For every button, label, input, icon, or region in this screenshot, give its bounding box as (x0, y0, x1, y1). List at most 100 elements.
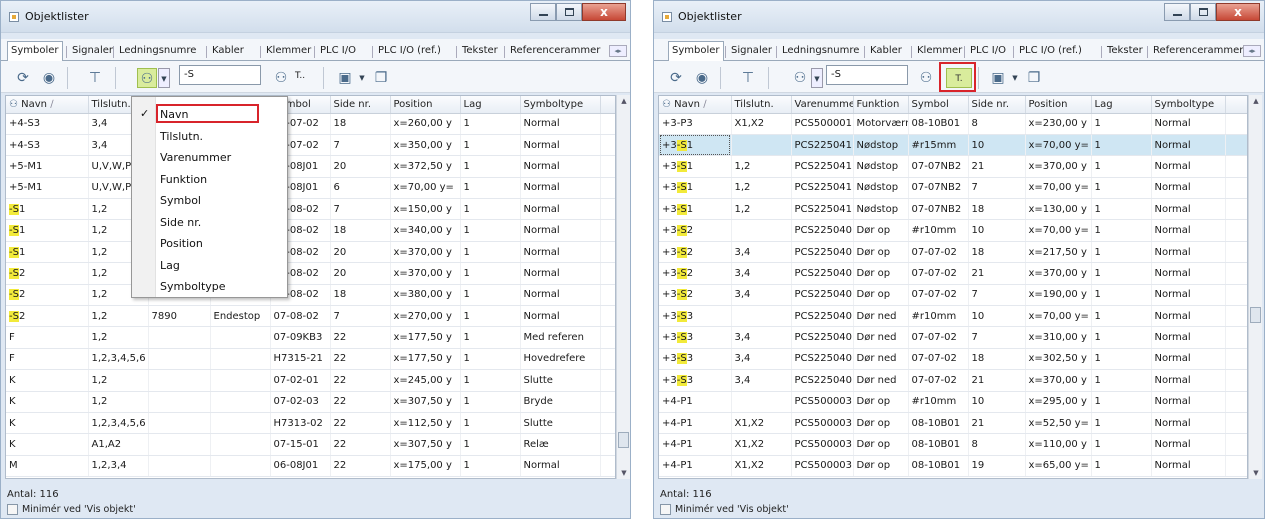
column-header[interactable]: Varenummer (791, 96, 854, 114)
tab-klemmer[interactable]: Klemmer (263, 43, 314, 61)
column-header[interactable]: ⚇ Navn ∕ (659, 96, 732, 114)
column-header[interactable]: Lag (1091, 96, 1152, 114)
table-row[interactable]: +4-P1 X1,X2 PCS500003 Dør op 08-10B01 21 x=52,… (659, 412, 1247, 435)
minimize-checkbox[interactable] (7, 504, 18, 515)
menu-item-lag[interactable]: Lag (160, 256, 180, 276)
tab-tekster[interactable]: Tekster (459, 43, 501, 61)
minimize-button[interactable] (1164, 3, 1190, 21)
tab-plc-i-o-ref[interactable]: PLC I/O (ref.) (375, 43, 444, 61)
table-row[interactable]: +3-S1 1,2 PCS225041: Nødstop 07-07NB2 7 x=70,0… (659, 177, 1247, 200)
scroll-up-icon[interactable]: ▲ (1249, 97, 1263, 105)
export-dropdown-icon[interactable]: ▼ (1009, 68, 1021, 88)
table-row[interactable]: -S1 1,2 07-08-02 20 x=370,00 y 1 Normal (6, 241, 615, 264)
vertical-scrollbar[interactable]: ▲ ▼ (616, 95, 630, 479)
tab-ledningsnumre[interactable]: Ledningsnumre (116, 43, 199, 61)
table-row[interactable]: K 1,2 07-02-03 22 x=307,50 y 1 Bryde (6, 391, 615, 413)
copy-icon[interactable]: ❐ (371, 68, 391, 88)
table-row[interactable]: +3-S1 1,2 PCS225041: Nødstop 07-07NB2 21 x=370… (659, 155, 1247, 178)
table-row[interactable]: +3-S3 3,4 PCS225040: Dør ned 07-07-02 18 x=302… (659, 348, 1247, 371)
tab-kabler[interactable]: Kabler (867, 43, 905, 61)
menu-item-funktion[interactable]: Funktion (160, 170, 207, 190)
tab-referencerammer[interactable]: Referencerammer (1150, 43, 1246, 61)
chevron-down-icon[interactable]: ▼ (158, 68, 170, 88)
table-row[interactable]: +3-S1 PCS225041: Nødstop #r15mm 10 x=70,00 y=… (659, 134, 1247, 157)
menu-item-position[interactable]: Position (160, 234, 203, 254)
tab-referencerammer[interactable]: Referencerammer (507, 43, 603, 61)
minimize-checkbox[interactable] (660, 504, 671, 515)
table-row[interactable]: +3-S3 PCS225040: Dør ned #r10mm 10 x=70,00 y=… (659, 305, 1247, 328)
hierarchy-icon[interactable]: ⊤ (85, 68, 105, 88)
column-header[interactable]: Position (390, 96, 461, 114)
table-row[interactable]: +4-P1 PCS500003 Dør op #r10mm 10 x=295,00 y1N… (659, 391, 1247, 413)
table-row[interactable]: -S2 1,2 07-08-02 20 x=370,00 y 1 Normal (6, 262, 615, 285)
column-header[interactable]: Lag (460, 96, 521, 114)
menu-item-tilslutn[interactable]: Tilslutn. (160, 127, 203, 147)
scroll-up-icon[interactable]: ▲ (617, 97, 631, 105)
table-row[interactable]: K 1,2 07-02-01 22 x=245,00 y 1 Slutte (6, 369, 615, 392)
column-header[interactable]: ⚇ Navn ∕ (6, 96, 89, 114)
column-header[interactable]: Position (1025, 96, 1092, 114)
tab-kabler[interactable]: Kabler (209, 43, 247, 61)
column-header[interactable]: Symbol (908, 96, 969, 114)
table-row[interactable]: F 1,2,3,4,5,6 H7315-21 22 x=177,50 y 1 Hovedre… (6, 348, 615, 371)
table-row[interactable]: -S1 1,2 07-08-02 18 x=340,00 y 1 Normal (6, 219, 615, 242)
scroll-down-icon[interactable]: ▼ (1249, 469, 1263, 477)
table-row[interactable]: +4-S3 3,4 07-07-02 18 x=260,00 y 1 Normal (6, 113, 615, 135)
tab-symboler[interactable]: Symboler (7, 41, 63, 62)
column-header[interactable]: Side nr. (330, 96, 391, 114)
maximize-button[interactable] (556, 3, 582, 21)
table-row[interactable]: +3-S3 3,4 PCS225040: Dør ned 07-07-02 21 x=370… (659, 369, 1247, 392)
eye-icon[interactable]: ◉ (692, 68, 712, 88)
maximize-button[interactable] (1190, 3, 1216, 21)
menu-item-varenummer[interactable]: Varenummer (160, 148, 231, 168)
table-row[interactable]: -S2 1,2 7890 Endestop 07-08-02 7 x=270,00 y 1 No… (6, 305, 615, 328)
search-input[interactable]: -S (179, 65, 261, 85)
column-header[interactable]: Side nr. (968, 96, 1026, 114)
table-row[interactable]: +5-M1 U,V,W,P 06-08J01 20 x=372,50 y 1 Normal (6, 155, 615, 178)
menu-item-symboltype[interactable]: Symboltype (160, 277, 226, 297)
minimize-button[interactable] (530, 3, 556, 21)
copy-icon[interactable]: ❐ (1024, 68, 1044, 88)
scroll-thumb[interactable] (1250, 307, 1261, 323)
column-header[interactable]: Symboltype (1151, 96, 1226, 114)
search-input[interactable]: -S (826, 65, 908, 85)
table-row[interactable]: +3-S1 1,2 PCS225041: Nødstop 07-07NB2 18 x=130… (659, 198, 1247, 221)
binoculars-icon[interactable]: ⚇ (790, 68, 810, 88)
table-row[interactable]: K A1,A2 07-15-01 22 x=307,50 y 1 Relæ (6, 433, 615, 456)
column-header[interactable]: Funktion (853, 96, 909, 114)
tab-klemmer[interactable]: Klemmer (914, 43, 965, 61)
scroll-down-icon[interactable]: ▼ (617, 469, 631, 477)
export-dropdown-icon[interactable]: ▼ (356, 68, 368, 88)
column-header[interactable]: Tilslutn. (731, 96, 792, 114)
tab-plc-i-o-ref[interactable]: PLC I/O (ref.) (1016, 43, 1085, 61)
tab-plc-i-o[interactable]: PLC I/O (967, 43, 1009, 61)
binoculars-icon[interactable]: ⚇ (137, 68, 157, 88)
export-icon[interactable]: ▣ (335, 68, 355, 88)
export-icon[interactable]: ▣ (988, 68, 1008, 88)
chevron-down-icon[interactable]: ▼ (811, 68, 823, 88)
tab-scroll-icon[interactable]: ◂▸ (1243, 45, 1261, 57)
table-row[interactable]: +3-S2 3,4 PCS225040: Dør op 07-07-02 18 x=217,… (659, 241, 1247, 264)
tab-signaler[interactable]: Signaler (728, 43, 775, 61)
table-row[interactable]: +5-M1 U,V,W,P 06-08J01 6 x=70,00 y= 1 Normal (6, 177, 615, 200)
table-row[interactable]: +3-S3 3,4 PCS225040: Dør ned 07-07-02 7 x=310,… (659, 326, 1247, 349)
binoculars-text-icon[interactable]: ⚇ (271, 68, 291, 88)
menu-item-symbol[interactable]: Symbol (160, 191, 201, 211)
vertical-scrollbar[interactable]: ▲ ▼ (1248, 95, 1262, 479)
table-row[interactable]: -S2 1,2 07-08-02 18 x=380,00 y 1 Normal (6, 284, 615, 307)
table-row[interactable]: F 1,2 07-09KB3 22 x=177,50 y 1 Med referen (6, 326, 615, 349)
table-row[interactable]: +3-P3 X1,X2 PCS500001 Motorværn 08-10B01 8 x=2… (659, 113, 1247, 135)
tab-ledningsnumre[interactable]: Ledningsnumre (779, 43, 862, 61)
hierarchy-icon[interactable]: ⊤ (738, 68, 758, 88)
eye-icon[interactable]: ◉ (39, 68, 59, 88)
close-button[interactable]: x (1216, 3, 1260, 21)
refresh-icon[interactable]: ⟳ (666, 68, 686, 88)
scroll-thumb[interactable] (618, 432, 629, 448)
refresh-icon[interactable]: ⟳ (13, 68, 33, 88)
filter-text-button[interactable]: T.. (295, 71, 305, 81)
table-row[interactable]: +3-S2 PCS225040: Dør op #r10mm 10 x=70,00 y= 1… (659, 219, 1247, 242)
menu-item-side-nr[interactable]: Side nr. (160, 213, 201, 233)
table-row[interactable]: +3-S2 3,4 PCS225040: Dør op 07-07-02 21 x=370,… (659, 262, 1247, 285)
binoculars-text-icon[interactable]: ⚇ (916, 68, 936, 88)
table-row[interactable]: +4-S3 3,4 07-07-02 7 x=350,00 y 1 Normal (6, 134, 615, 157)
